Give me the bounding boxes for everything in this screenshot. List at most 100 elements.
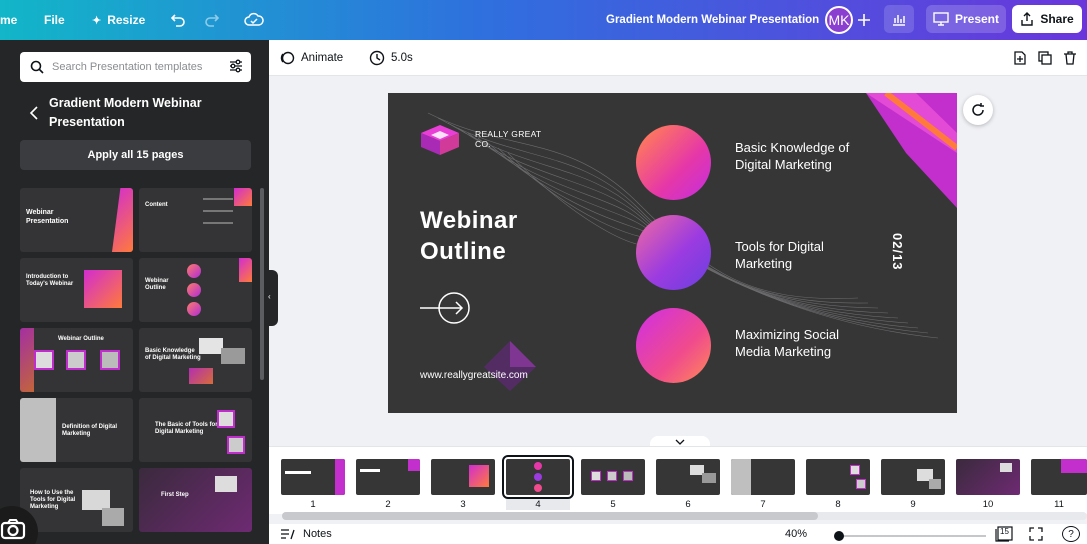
page-thumbnail-selected[interactable] (502, 455, 574, 499)
template-page-thumb[interactable]: How to Use the Tools for Digital Marketi… (20, 468, 133, 532)
page-thumbnail[interactable] (881, 459, 945, 495)
page-filmstrip: 1 2 3 4 5 6 7 8 9 10 11 (269, 446, 1087, 514)
duration-label: 5.0s (391, 52, 413, 64)
company-name: REALLY GREAT CO. (475, 129, 541, 149)
present-button[interactable]: Present (926, 5, 1006, 33)
resize-button[interactable]: ✦ Resize (92, 0, 145, 40)
home-button[interactable]: me (0, 0, 17, 40)
thumb-title: Definition of Digital Marketing (62, 424, 117, 437)
page-thumbnail[interactable] (1031, 459, 1087, 495)
collapse-panel-button[interactable]: ‹ (266, 270, 278, 326)
page-thumbnail[interactable] (956, 459, 1020, 495)
cloud-save-icon[interactable] (242, 8, 266, 32)
page-thumbnail[interactable] (281, 459, 345, 495)
present-label: Present (954, 12, 1000, 26)
page-count-button[interactable]: 15 (995, 524, 1013, 544)
apply-all-pages-button[interactable]: Apply all 15 pages (20, 140, 251, 170)
filmstrip-scrollbar[interactable] (282, 512, 1087, 520)
animate-icon (280, 51, 295, 65)
page-number: 8 (835, 499, 841, 510)
template-page-thumb[interactable]: The Basic of Tools for Digital Marketing (139, 398, 252, 462)
zoom-slider[interactable] (836, 535, 986, 537)
template-page-thumb[interactable]: Webinar Outline (20, 328, 133, 392)
template-page-thumb[interactable]: Definition of Digital Marketing (20, 398, 133, 462)
template-search-box[interactable] (20, 52, 251, 82)
page-number: 9 (910, 499, 916, 510)
notes-label: Notes (303, 528, 332, 540)
slide-canvas[interactable]: REALLY GREAT CO. Webinar Outline www.rea… (388, 93, 957, 413)
thumb-shape (20, 328, 34, 392)
thumb-title: Content (145, 202, 168, 208)
slide-title-line1: Webinar (420, 207, 518, 234)
template-page-thumb[interactable]: Content (139, 188, 252, 252)
page-thumbnail[interactable] (806, 459, 870, 495)
zoom-level[interactable]: 40% (785, 524, 807, 544)
template-page-thumb[interactable]: First Step (139, 468, 252, 532)
thumb-photo (215, 476, 237, 492)
company-name-line1: REALLY GREAT (475, 129, 542, 139)
editor-toolbar: Animate 5.0s (269, 40, 1087, 76)
add-page-icon[interactable] (1012, 40, 1028, 76)
document-title[interactable]: Gradient Modern Webinar Presentation (606, 0, 819, 40)
thumb-title: Introduction to Today's Webinar (26, 274, 74, 287)
thumb-dot (187, 283, 201, 297)
topic-circle-3 (636, 308, 711, 383)
insights-icon[interactable] (884, 5, 914, 33)
page-number: 11 (1054, 499, 1064, 510)
top-bar: me File ✦ Resize Gradient Modern Webinar… (0, 0, 1087, 40)
search-icon (30, 60, 44, 74)
template-page-thumb[interactable]: Webinar Presentation (20, 188, 133, 252)
thumb-dot (187, 302, 201, 316)
topic-circle-1 (636, 125, 711, 200)
page-thumbnail[interactable] (431, 459, 495, 495)
undo-icon[interactable] (166, 8, 190, 32)
page-number: 2 (385, 499, 391, 510)
corner-decoration (866, 93, 957, 208)
file-menu[interactable]: File (44, 0, 65, 40)
search-input[interactable] (52, 61, 212, 73)
thumb-photo (100, 350, 120, 370)
regenerate-icon[interactable] (963, 95, 993, 125)
thumb-line (203, 222, 233, 224)
add-collaborator-icon[interactable] (852, 8, 876, 32)
notes-button[interactable]: Notes (279, 524, 332, 544)
page-thumbnail[interactable] (656, 459, 720, 495)
fullscreen-icon[interactable] (1029, 524, 1043, 544)
thumb-shape (112, 188, 133, 252)
thumb-title: Webinar Presentation (26, 209, 69, 225)
topic-3: Maximizing Social Media Marketing (735, 327, 840, 359)
filter-icon[interactable] (228, 58, 244, 74)
template-page-thumb[interactable]: Basic Knowledge of Digital Marketing (139, 328, 252, 392)
back-icon[interactable] (26, 104, 44, 122)
thumb-shape (234, 188, 252, 206)
redo-icon[interactable] (200, 8, 224, 32)
share-label: Share (1040, 12, 1074, 26)
share-button[interactable]: Share (1012, 5, 1082, 33)
duplicate-page-icon[interactable] (1037, 40, 1053, 76)
page-number: 5 (610, 499, 616, 510)
help-button[interactable]: ? (1062, 526, 1080, 542)
page-thumbnail[interactable] (581, 459, 645, 495)
page-number: 6 (685, 499, 691, 510)
scrollbar-thumb[interactable] (282, 512, 818, 520)
delete-page-icon[interactable] (1062, 40, 1078, 76)
chevron-down-icon (675, 439, 685, 445)
duration-button[interactable]: 5.0s (369, 40, 413, 76)
zoom-slider-handle[interactable] (834, 531, 844, 541)
slide-title: Webinar Outline (420, 205, 518, 267)
thumb-title: Webinar Outline (58, 336, 104, 342)
template-page-thumb[interactable]: Webinar Outline (139, 258, 252, 322)
sidebar-scrollbar[interactable] (260, 188, 264, 380)
page-thumbnail[interactable] (356, 459, 420, 495)
arrow-right-icon (420, 292, 470, 324)
page-thumbnail[interactable] (731, 459, 795, 495)
avatar[interactable]: MK (825, 6, 853, 34)
thumb-photo (199, 338, 223, 354)
share-icon (1021, 12, 1034, 26)
thumb-shape (239, 258, 252, 282)
template-page-thumb[interactable]: Introduction to Today's Webinar (20, 258, 133, 322)
page-number: 10 (982, 499, 994, 510)
animate-button[interactable]: Animate (279, 40, 343, 76)
thumb-title: How to Use the Tools for Digital Marketi… (30, 490, 76, 510)
topic-circle-2 (636, 215, 711, 290)
